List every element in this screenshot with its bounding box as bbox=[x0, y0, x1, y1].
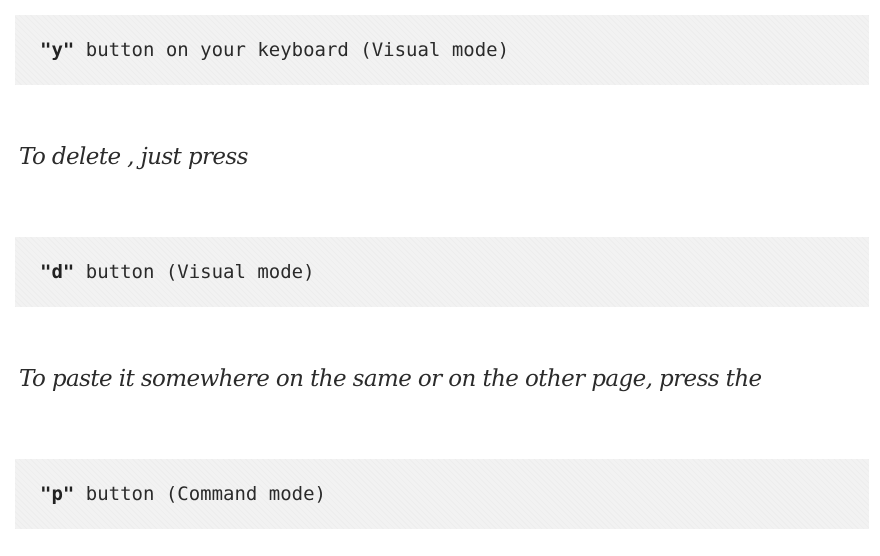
code-text-yank: button on your keyboard (Visual mode) bbox=[74, 39, 510, 61]
key-d: "d" bbox=[40, 261, 75, 283]
code-text-delete: button (Visual mode) bbox=[74, 261, 315, 283]
code-block-delete: "d" button (Visual mode) bbox=[15, 237, 869, 307]
paragraph-delete: To delete , just press bbox=[19, 144, 248, 170]
code-block-yank: "y" button on your keyboard (Visual mode… bbox=[15, 15, 869, 85]
code-text-paste: button (Command mode) bbox=[74, 483, 326, 505]
paragraph-paste: To paste it somewhere on the same or on … bbox=[19, 366, 762, 392]
code-block-paste: "p" button (Command mode) bbox=[15, 459, 869, 529]
key-y: "y" bbox=[40, 39, 75, 61]
code-line-yank: "y" button on your keyboard (Visual mode… bbox=[40, 15, 509, 85]
key-p: "p" bbox=[40, 483, 75, 505]
code-line-paste: "p" button (Command mode) bbox=[40, 459, 326, 529]
code-line-delete: "d" button (Visual mode) bbox=[40, 237, 315, 307]
